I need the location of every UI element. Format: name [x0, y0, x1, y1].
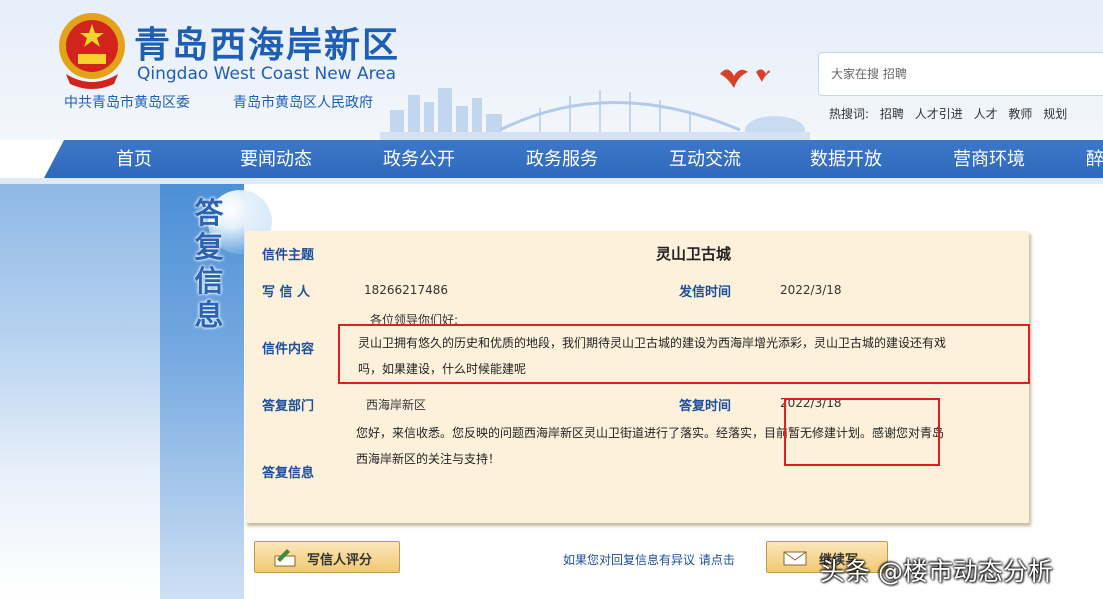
- letter-subject: 灵山卫古城: [656, 245, 732, 263]
- site-title: 青岛西海岸新区: [134, 25, 401, 66]
- nav-item-open-data[interactable]: 数据开放: [810, 140, 882, 178]
- section-title-char: 复: [194, 230, 224, 264]
- party-committee-link[interactable]: 中共青岛市黄岛区委: [64, 92, 190, 112]
- sent-time-value: 2022/3/18: [780, 283, 842, 297]
- section-title-char: 信: [194, 264, 224, 298]
- watermark-text: 头条 @楼市动态分析: [820, 557, 1053, 586]
- search-input[interactable]: [829, 63, 1103, 85]
- dispute-link[interactable]: 如果您对回复信息有异议 请点击: [563, 551, 735, 568]
- hot-word-link[interactable]: 教师: [1008, 107, 1032, 121]
- bird-decoration-icon: [720, 69, 770, 88]
- reply-info-label: 答复信息: [262, 466, 315, 481]
- content-label: 信件内容: [262, 342, 315, 357]
- highlight-box-question: [338, 324, 1030, 384]
- highlight-box-answer: [784, 398, 940, 466]
- hot-search-words: 热搜词: 招聘 人才引进 人才 教师 规划: [829, 105, 1074, 122]
- site-header: 青岛西海岸新区 Qingdao West Coast New Area 中共青岛…: [0, 0, 1103, 140]
- section-title-char: 答: [194, 196, 224, 230]
- national-emblem-icon: [59, 13, 125, 89]
- pencil-paper-icon: [274, 549, 296, 567]
- hot-word-link[interactable]: 人才: [974, 107, 998, 121]
- sent-time-label: 发信时间: [679, 285, 732, 300]
- rate-writer-button[interactable]: 写信人评分: [254, 541, 400, 573]
- government-link[interactable]: 青岛市黄岛区人民政府: [233, 92, 373, 112]
- nav-item-home[interactable]: 首页: [116, 140, 152, 178]
- letter-write-icon: [783, 551, 807, 566]
- reply-time-label: 答复时间: [679, 399, 732, 414]
- nav-item-more[interactable]: 醉: [1086, 140, 1103, 178]
- hot-search-label: 热搜词:: [829, 107, 870, 121]
- hot-word-link[interactable]: 人才引进: [915, 107, 963, 121]
- reply-dept-value: 西海岸新区: [366, 398, 427, 412]
- reply-dept-label: 答复部门: [262, 399, 315, 414]
- site-subtitle: Qingdao West Coast New Area: [137, 64, 397, 84]
- hot-word-link[interactable]: 规划: [1043, 107, 1067, 121]
- subject-label: 信件主题: [262, 248, 315, 263]
- writer-value: 18266217486: [364, 283, 448, 297]
- hot-word-link[interactable]: 招聘: [880, 107, 904, 121]
- search-box: [818, 52, 1103, 96]
- nav-item-gov-services[interactable]: 政务服务: [526, 140, 598, 178]
- section-title-vertical: 答 复 信 息: [192, 196, 226, 332]
- nav-item-news[interactable]: 要闻动态: [240, 140, 312, 178]
- nav-item-gov-affairs[interactable]: 政务公开: [383, 140, 455, 178]
- main-nav: 首页 要闻动态 政务公开 政务服务 互动交流 数据开放 营商环境 醉: [0, 140, 1103, 178]
- nav-item-business[interactable]: 营商环境: [953, 140, 1025, 178]
- section-title-char: 息: [194, 298, 224, 332]
- nav-item-interaction[interactable]: 互动交流: [669, 140, 741, 178]
- rate-writer-label: 写信人评分: [307, 553, 373, 568]
- writer-label: 写 信 人: [262, 285, 311, 300]
